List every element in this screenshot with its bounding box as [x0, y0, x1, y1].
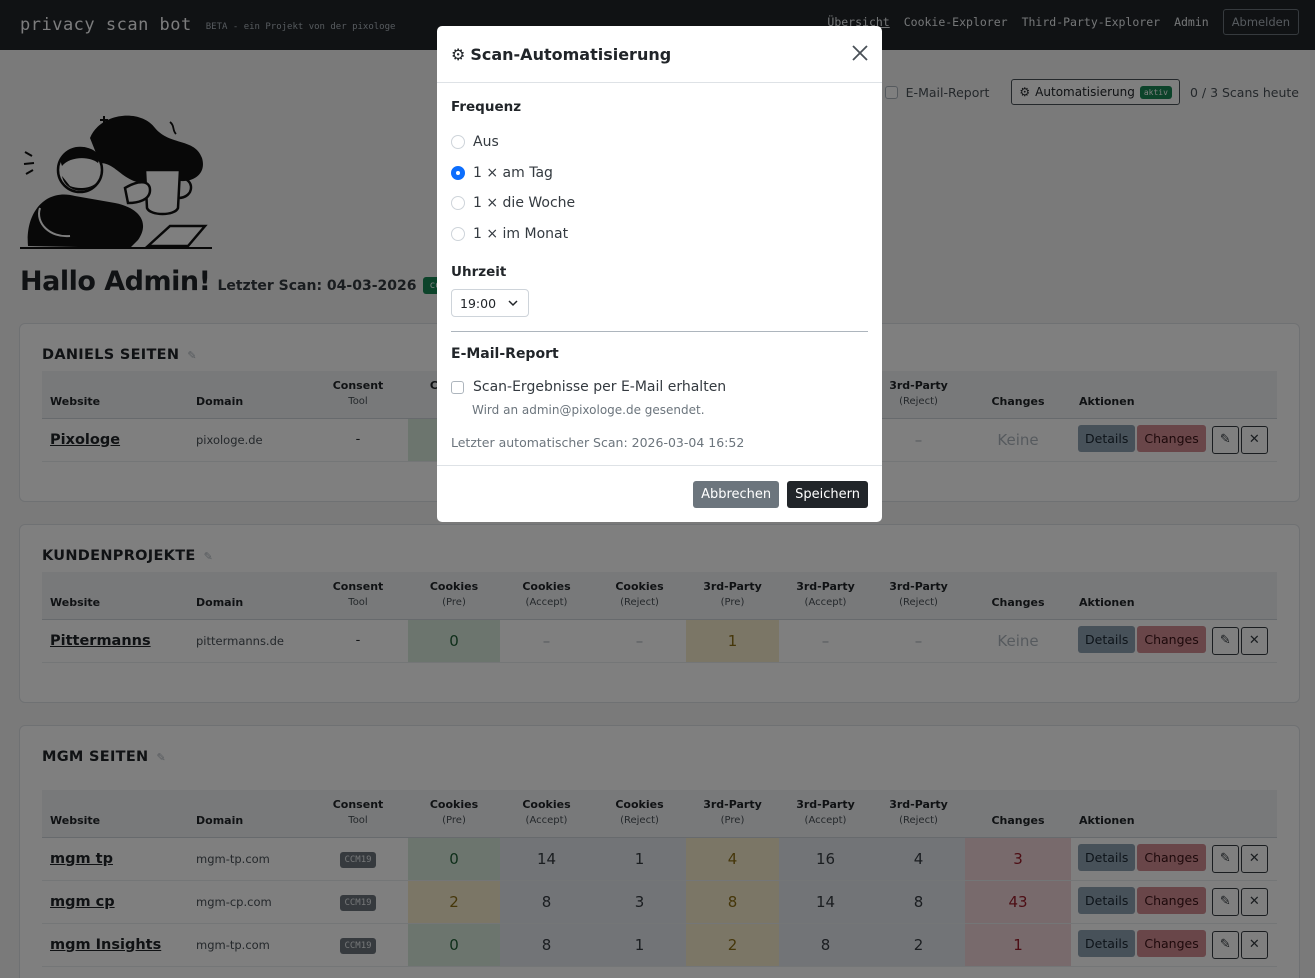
frequency-option-monthly[interactable]: 1 × im Monat — [451, 219, 868, 250]
modal-header: ⚙ Scan-Automatisierung — [437, 26, 882, 83]
email-results-checkbox[interactable] — [451, 380, 464, 394]
email-hint: Wird an admin@pixologe.de gesendet. — [472, 403, 705, 417]
email-results-label: Scan-Ergebnisse per E-Mail erhalten — [473, 379, 727, 395]
time-label: Uhrzeit — [451, 264, 507, 280]
automation-modal: ⚙ Scan-Automatisierung Frequenz Aus 1 × … — [437, 26, 882, 522]
radio-monthly[interactable] — [451, 226, 465, 241]
last-auto-scan: Letzter automatischer Scan: 2026-03-04 1… — [451, 435, 745, 450]
radio-daily[interactable] — [451, 165, 465, 180]
modal-title: ⚙ Scan-Automatisierung — [451, 45, 671, 64]
gear-icon: ⚙ — [451, 44, 466, 64]
email-report-title: E-Mail-Report — [451, 346, 559, 362]
divider — [451, 331, 868, 332]
modal-title-text: Scan-Automatisierung — [470, 44, 672, 64]
frequency-label: Frequenz — [451, 99, 522, 115]
radio-weekly[interactable] — [451, 196, 465, 211]
close-icon[interactable] — [851, 44, 869, 62]
frequency-option-weekly[interactable]: 1 × die Woche — [451, 188, 868, 219]
email-report-option[interactable]: Scan-Ergebnisse per E-Mail erhalten — [451, 379, 868, 395]
frequency-option-aus[interactable]: Aus — [451, 127, 868, 158]
save-button[interactable]: Speichern — [787, 480, 868, 508]
modal-footer: Abbrechen Speichern — [437, 465, 882, 522]
chevron-down-icon — [508, 299, 518, 306]
time-value: 19:00 — [460, 295, 497, 311]
frequency-option-daily[interactable]: 1 × am Tag — [451, 158, 868, 189]
cancel-button[interactable]: Abbrechen — [693, 480, 780, 508]
modal-body: Frequenz Aus 1 × am Tag 1 × die Woche 1 … — [437, 83, 882, 450]
time-select[interactable]: 19:00 — [451, 289, 529, 317]
radio-aus[interactable] — [451, 135, 465, 150]
